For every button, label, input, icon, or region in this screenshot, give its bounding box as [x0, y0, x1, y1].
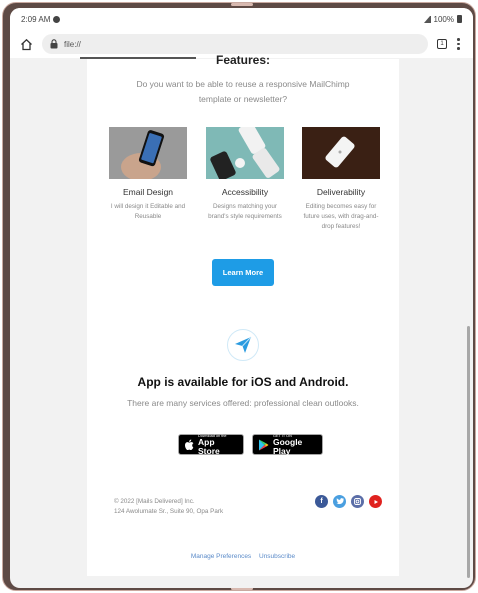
status-time: 2:09 AM [21, 14, 51, 24]
url-text: file:// [64, 39, 81, 49]
app-title: App is available for iOS and Android. [137, 375, 349, 389]
manage-preferences-link[interactable]: Manage Preferences [191, 553, 251, 560]
hinge-top [231, 3, 253, 6]
status-bar: 2:09 AM 100% [10, 8, 473, 30]
device-frame: 2:09 AM 100% file:// 1 Features: Do you … [2, 2, 476, 591]
feature-image-phone [109, 127, 187, 179]
feature-accessibility: Accessibility Designs matching your bran… [205, 127, 285, 222]
lock-icon [50, 39, 59, 49]
feature-desc: Designs matching your brand's style requ… [208, 203, 282, 220]
app-store-button[interactable]: Download on the App Store [178, 434, 244, 455]
feature-title: Email Design [122, 187, 174, 197]
paper-plane-icon [227, 329, 259, 361]
tabs-icon[interactable]: 1 [437, 39, 447, 49]
learn-more-button[interactable]: Learn More [212, 259, 274, 286]
section-title: Features: [215, 53, 271, 67]
google-play-button[interactable]: GET IT ON Google Play [252, 434, 323, 455]
screen: 2:09 AM 100% file:// 1 Features: Do you … [10, 8, 473, 588]
copyright-text: © 2022 [Mails Delivered] Inc. [114, 498, 195, 505]
footer-address-block: © 2022 [Mails Delivered] Inc. 124 Awolum… [114, 497, 223, 517]
signal-icon [423, 15, 431, 23]
notification-icon [53, 15, 61, 23]
google-play-label: Google Play [273, 436, 303, 456]
app-subtitle: There are many services offered: profess… [127, 398, 359, 408]
twitter-icon[interactable] [333, 495, 346, 508]
battery-icon [457, 15, 462, 23]
instagram-icon[interactable] [351, 495, 364, 508]
feature-image-devices [206, 127, 284, 179]
feature-title: Accessibility [221, 187, 269, 197]
feature-deliverability: Deliverability Editing becomes easy for … [301, 127, 381, 232]
feature-image-white-phone [302, 127, 380, 179]
unsubscribe-link[interactable]: Unsubscribe [259, 553, 295, 560]
app-store-label: App Store [198, 436, 220, 456]
feature-desc: I will design it Editable and Reusable [110, 203, 186, 220]
email-body: Features: Do you want to be able to reus… [87, 53, 399, 576]
youtube-icon[interactable] [369, 495, 382, 508]
feature-desc: Editing becomes easy for future uses, wi… [303, 203, 379, 230]
feature-email-design: Email Design I will design it Editable a… [108, 127, 188, 222]
battery-percent: 100% [433, 14, 454, 24]
facebook-icon[interactable]: f [315, 495, 328, 508]
apple-icon [184, 439, 194, 451]
home-icon[interactable] [18, 36, 34, 52]
scrollbar[interactable] [467, 326, 470, 578]
more-menu-icon[interactable] [457, 38, 460, 50]
footer-links: Manage Preferences Unsubscribe [87, 553, 399, 560]
social-links: f [315, 495, 382, 508]
address-text: 124 Awolumate Sr., Suite 90, Opa Park [114, 508, 224, 515]
address-bar[interactable]: file:// [42, 34, 428, 54]
intro-text: Do you want to be able to reuse a respon… [136, 79, 350, 104]
feature-title: Deliverability [316, 187, 366, 197]
google-play-icon [258, 439, 269, 451]
